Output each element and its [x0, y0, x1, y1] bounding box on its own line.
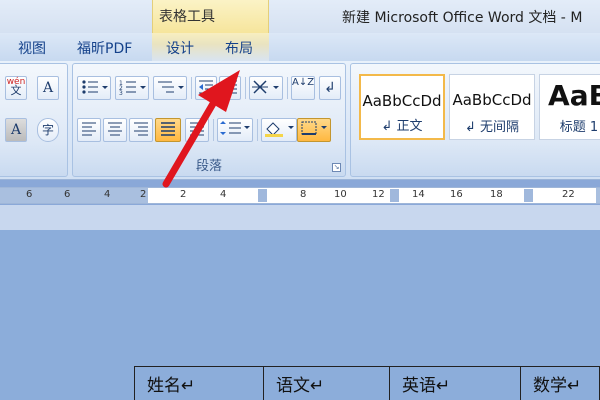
table-row: 姓名↵ 语文↵ 英语↵ 数学↵ — [134, 366, 600, 400]
ruler-number: 10 — [334, 189, 347, 200]
bullets-icon — [82, 80, 108, 94]
ruler-number: 18 — [490, 189, 503, 200]
distributed-button[interactable] — [185, 118, 209, 142]
style-sample: AaB — [548, 79, 600, 112]
table-tools-label: 表格工具 — [159, 9, 215, 25]
tab-view[interactable]: 视图 — [18, 38, 46, 58]
table-cell-english[interactable]: 英语↵ — [389, 366, 521, 400]
show-marks-button[interactable]: ↲ — [319, 76, 341, 100]
line-spacing-button[interactable] — [217, 118, 253, 142]
bullets-button[interactable] — [77, 76, 111, 100]
ruler-right-margin — [596, 188, 600, 203]
style-normal[interactable]: AaBbCcDd ↲ 正文 — [359, 74, 445, 140]
justify-icon — [161, 122, 175, 136]
paragraph-group-label: 段落 — [195, 159, 222, 174]
table-cell-math[interactable]: 数学↵ — [519, 366, 600, 400]
ruler-number: 4 — [104, 189, 111, 200]
ruler-column-marker[interactable] — [258, 189, 267, 202]
separator — [213, 119, 214, 141]
horizontal-ruler[interactable]: 6 6 4 2 2 4 8 10 12 14 16 18 22 — [0, 187, 600, 204]
numbering-icon: 123 — [119, 80, 146, 97]
distributed-icon — [190, 122, 204, 136]
style-name: 标题 1 — [559, 120, 599, 135]
style-name: ↲ 无间隔 — [464, 120, 520, 135]
tab-layout[interactable]: 布局 — [225, 38, 253, 58]
ruler-number: 2 — [180, 189, 187, 200]
title-bar: 表格工具 新建 Microsoft Office Word 文档 - M — [0, 0, 600, 33]
separator — [287, 77, 288, 99]
table-cell-name[interactable]: 姓名↵ — [134, 366, 264, 400]
ruler-number: 12 — [372, 189, 385, 200]
borders-icon — [301, 121, 327, 135]
sort-icon: A↓Z — [292, 77, 315, 88]
svg-text:3: 3 — [119, 90, 123, 97]
styles-group: AaBbCcDd ↲ 正文 AaBbCcDd ↲ 无间隔 AaB 标题 1 — [350, 63, 600, 177]
ruler-number: 22 — [562, 189, 575, 200]
font-group: wén 文 A A 字 — [0, 63, 68, 177]
align-left-icon — [82, 122, 96, 136]
justify-button[interactable] — [155, 118, 181, 142]
chinese-layout-button[interactable] — [249, 76, 283, 100]
ruler-number: 16 — [450, 189, 463, 200]
chinese-layout-icon — [252, 80, 279, 94]
ruler-column-marker[interactable] — [390, 189, 399, 202]
ribbon-tab-row: 视图 福昕PDF 设计 布局 — [0, 33, 600, 61]
paint-bucket-icon — [265, 122, 294, 137]
style-no-spacing[interactable]: AaBbCcDd ↲ 无间隔 — [449, 74, 535, 140]
align-left-button[interactable] — [77, 118, 101, 142]
table-cell-chinese[interactable]: 语文↵ — [262, 366, 391, 400]
shading-button[interactable] — [261, 118, 297, 142]
document-area[interactable]: 姓名↵ 语文↵ 英语↵ 数学↵ — [0, 230, 600, 400]
separator — [245, 77, 246, 99]
decrease-indent-button[interactable] — [195, 76, 217, 100]
align-center-icon — [108, 122, 122, 136]
ruler-number: 2 — [140, 189, 147, 200]
align-right-button[interactable] — [129, 118, 153, 142]
align-center-button[interactable] — [103, 118, 127, 142]
window-title: 新建 Microsoft Office Word 文档 - M — [342, 10, 583, 26]
paragraph-group: 123 A↓Z ↲ 段落 ↘ — [72, 63, 346, 177]
numbering-button[interactable]: 123 — [115, 76, 149, 100]
decrease-indent-icon — [199, 80, 213, 94]
ribbon: wén 文 A A 字 123 A↓Z ↲ 段落 ↘ AaBbCcDd ↲ 正文… — [0, 61, 600, 180]
separator — [257, 119, 258, 141]
line-spacing-icon — [220, 121, 250, 135]
style-heading-1[interactable]: AaB 标题 1 — [539, 74, 600, 140]
style-name: ↲ 正文 — [381, 119, 423, 134]
character-shading-button[interactable]: A — [5, 118, 27, 142]
phonetic-guide-button[interactable]: wén 文 — [5, 76, 27, 100]
paragraph-dialog-launcher[interactable]: ↘ — [332, 163, 341, 172]
character-border-button[interactable]: A — [37, 76, 59, 100]
tab-design[interactable]: 设计 — [166, 38, 194, 58]
multilevel-list-button[interactable] — [153, 76, 187, 100]
sort-button[interactable]: A↓Z — [291, 76, 315, 100]
style-sample: AaBbCcDd — [362, 92, 442, 110]
ruler-number: 6 — [26, 189, 33, 200]
multilevel-list-icon — [158, 81, 184, 93]
score-table[interactable]: 姓名↵ 语文↵ 英语↵ 数学↵ — [134, 366, 600, 400]
increase-indent-button[interactable] — [219, 76, 241, 100]
tab-foxit-pdf[interactable]: 福昕PDF — [77, 38, 132, 58]
style-sample: AaBbCcDd — [452, 91, 532, 109]
borders-button[interactable] — [297, 118, 331, 142]
ruler-number: 8 — [300, 189, 307, 200]
ruler-strip — [0, 205, 600, 230]
ruler-number: 4 — [220, 189, 227, 200]
ruler-number: 14 — [412, 189, 425, 200]
align-right-icon — [134, 122, 148, 136]
ruler-column-marker[interactable] — [524, 189, 533, 202]
separator — [191, 77, 192, 99]
increase-indent-icon — [223, 80, 237, 94]
table-tools-contextual-header: 表格工具 — [152, 0, 269, 33]
ruler-number: 6 — [64, 189, 71, 200]
ruler-left-margin — [0, 188, 148, 203]
enclose-characters-button[interactable]: 字 — [37, 118, 59, 142]
